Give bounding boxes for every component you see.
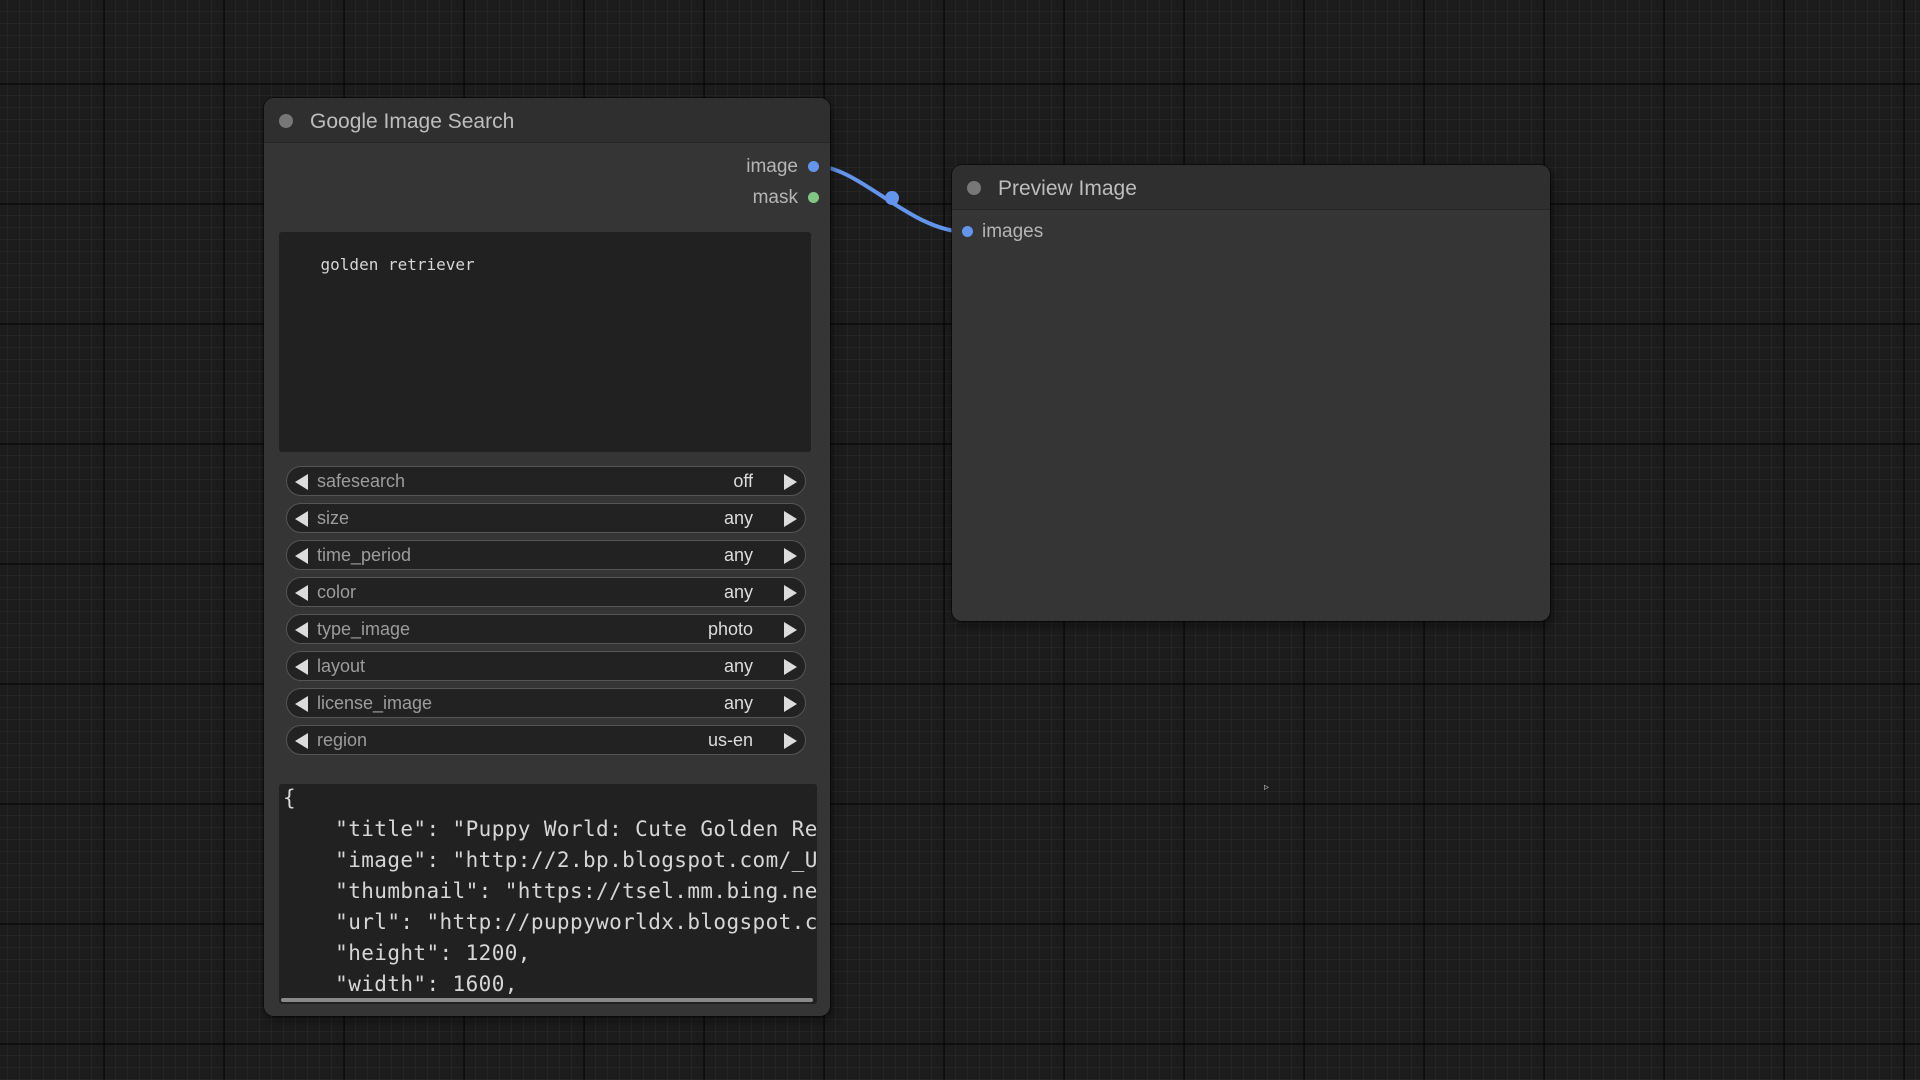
json-line: "height": 1200, — [283, 941, 531, 965]
google-image-search-node[interactable]: Google Image Search image mask golden re… — [264, 98, 830, 1016]
combo-value: any — [723, 545, 753, 565]
combo-label: color — [317, 582, 357, 602]
decrement-arrow-icon[interactable] — [295, 659, 308, 675]
output-label-image: image — [746, 156, 798, 177]
increment-arrow-icon[interactable] — [784, 622, 797, 638]
image-slot-dot[interactable] — [808, 161, 819, 172]
combo-value: any — [723, 656, 753, 676]
json-line: "width": 1600, — [283, 972, 518, 996]
increment-arrow-icon[interactable] — [784, 548, 797, 564]
query-text: golden retriever — [320, 255, 475, 274]
node-title-bar[interactable]: Google Image Search — [264, 98, 830, 143]
output-label-mask: mask — [752, 187, 798, 208]
combo-type-image[interactable]: type_image photo — [286, 614, 806, 644]
combo-time-period[interactable]: time_period any — [286, 540, 806, 570]
combo-region[interactable]: region us-en — [286, 725, 806, 755]
collapse-dot-icon[interactable] — [279, 114, 293, 128]
combo-color[interactable]: color any — [286, 577, 806, 607]
combo-label: license_image — [317, 693, 433, 713]
combo-value: us-en — [707, 730, 753, 750]
combo-license-image[interactable]: license_image any — [286, 688, 806, 718]
decrement-arrow-icon[interactable] — [295, 511, 308, 527]
combo-label: safesearch — [317, 471, 406, 491]
mask-slot-dot[interactable] — [808, 192, 819, 203]
json-line: { — [283, 786, 297, 810]
node-title-bar[interactable]: Preview Image — [952, 165, 1550, 210]
mouse-cursor-icon: ▹ — [1264, 782, 1270, 793]
preview-area — [952, 257, 1550, 621]
result-json-textarea[interactable]: { "title": "Puppy World: Cute Golden Re … — [279, 784, 817, 1004]
json-line: "url": "http://puppyworldx.blogspot.c — [283, 910, 817, 934]
increment-arrow-icon[interactable] — [784, 733, 797, 749]
decrement-arrow-icon[interactable] — [295, 696, 308, 712]
combo-label: region — [317, 730, 368, 750]
combo-value: any — [723, 582, 753, 602]
combo-layout[interactable]: layout any — [286, 651, 806, 681]
combo-label: type_image — [317, 619, 411, 639]
json-line: "image": "http://2.bp.blogspot.com/_U — [283, 848, 817, 872]
increment-arrow-icon[interactable] — [784, 474, 797, 490]
combo-label: time_period — [317, 545, 412, 565]
node-title: Preview Image — [998, 177, 1137, 200]
increment-arrow-icon[interactable] — [784, 511, 797, 527]
collapse-dot-icon[interactable] — [967, 181, 981, 195]
preview-image-node[interactable]: Preview Image images — [952, 165, 1550, 621]
json-line: "title": "Puppy World: Cute Golden Re — [283, 817, 817, 841]
combo-value: photo — [707, 619, 753, 639]
combo-value: any — [723, 693, 753, 713]
node-title: Google Image Search — [310, 110, 515, 133]
combo-label: layout — [317, 656, 366, 676]
json-line: "thumbnail": "https://tsel.mm.bing.ne — [283, 879, 817, 903]
combo-value: off — [733, 471, 753, 491]
decrement-arrow-icon[interactable] — [295, 585, 308, 601]
decrement-arrow-icon[interactable] — [295, 474, 308, 490]
horizontal-scrollbar[interactable] — [281, 998, 813, 1002]
combo-value: any — [723, 508, 753, 528]
increment-arrow-icon[interactable] — [784, 659, 797, 675]
query-textarea[interactable]: golden retriever — [279, 232, 811, 452]
decrement-arrow-icon[interactable] — [295, 622, 308, 638]
combo-label: size — [317, 508, 350, 528]
increment-arrow-icon[interactable] — [784, 696, 797, 712]
increment-arrow-icon[interactable] — [784, 585, 797, 601]
decrement-arrow-icon[interactable] — [295, 733, 308, 749]
combo-size[interactable]: size any — [286, 503, 806, 533]
decrement-arrow-icon[interactable] — [295, 548, 308, 564]
input-label-images: images — [982, 221, 1044, 242]
images-slot-dot[interactable] — [962, 226, 973, 237]
combo-safesearch[interactable]: safesearch off — [286, 466, 806, 496]
